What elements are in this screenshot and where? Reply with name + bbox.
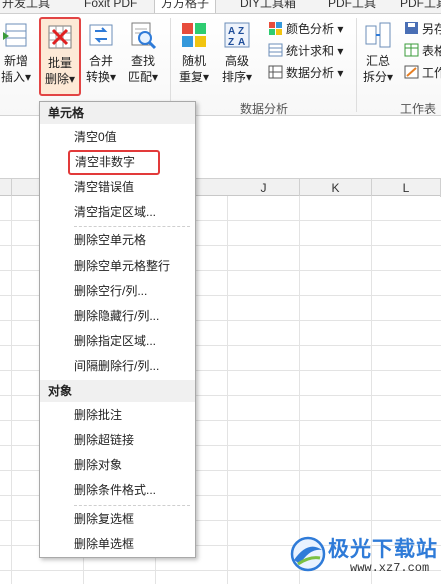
column-header-j[interactable]: J — [228, 179, 300, 197]
sum-statistics-menu[interactable]: 统计求和 ▾ — [268, 42, 343, 60]
menu-item-clear-errors[interactable]: 清空错误值 — [40, 175, 195, 200]
batch-delete-label-2: 删除 — [44, 72, 69, 86]
table-icon — [404, 43, 419, 57]
random-repeat-button[interactable]: 随机 重复▾ — [175, 20, 213, 85]
save-icon — [405, 22, 418, 34]
watermark: 极光下载站 www.xz7.com — [288, 530, 438, 580]
tab-foxit-pdf[interactable]: Foxit PDF — [84, 0, 137, 13]
summary-icon — [365, 22, 391, 48]
sum-statistics-label: 统计求和 — [286, 44, 335, 58]
svg-text:Z: Z — [238, 26, 244, 37]
sum-icon — [268, 43, 283, 57]
insert-button[interactable]: 新增 插入▾ — [0, 20, 32, 85]
svg-text:Z: Z — [228, 37, 234, 48]
random-label-1: 随机 — [181, 54, 206, 68]
tab-diy-toolbox[interactable]: DIY工具箱 — [240, 0, 296, 13]
batch-delete-button[interactable]: 批量 删除▾ — [39, 17, 81, 96]
find-label-1: 查找 — [130, 54, 155, 68]
select-all-corner[interactable] — [0, 179, 12, 197]
sort-label-2: 排序 — [221, 70, 246, 84]
palette-icon — [269, 22, 282, 35]
insert-arrow: ▾ — [24, 70, 32, 84]
group-label-worksheet: 工作表 — [400, 102, 437, 116]
menu-item-interval-delete[interactable]: 间隔删除行/列... — [40, 354, 195, 379]
menu-item-delete-empty-cells[interactable]: 删除空单元格 — [40, 228, 195, 253]
group-label-data-analysis: 数据分析 — [240, 102, 289, 116]
aurora-logo-icon — [290, 536, 326, 572]
worksheet-label: 工作 — [422, 66, 441, 80]
find-arrow: ▾ — [151, 70, 159, 84]
menu-item-delete-conditional-format[interactable]: 删除条件格式... — [40, 478, 195, 503]
menu-item-delete-range[interactable]: 删除指定区域... — [40, 329, 195, 354]
tab-pdf-tools[interactable]: PDF工具 — [328, 0, 376, 13]
menu-divider — [74, 226, 190, 227]
menu-item-delete-empty-rows-cols[interactable]: 删除空行/列... — [40, 279, 195, 304]
advanced-sort-button[interactable]: A Z Z A 高级 排序▾ — [217, 20, 257, 85]
sort-az-icon: A Z Z A — [224, 22, 250, 48]
color-blocks-icon — [182, 23, 206, 47]
menu-item-clear-zero[interactable]: 清空0值 — [40, 125, 195, 150]
menu-item-delete-objects[interactable]: 删除对象 — [40, 453, 195, 478]
menu-item-clear-non-numeric[interactable]: 清空非数字 — [68, 150, 160, 175]
color-analysis-menu[interactable]: 颜色分析 ▾ — [268, 20, 343, 38]
tab-pdf-tools-2[interactable]: PDF工具 — [400, 0, 441, 13]
merge-label-1: 合并 — [88, 54, 113, 68]
random-arrow: ▾ — [202, 70, 210, 84]
menu-item-delete-radio-buttons[interactable]: 删除单选框 — [40, 532, 195, 557]
batch-delete-icon — [48, 25, 72, 49]
ribbon-tab-strip: 开发工具 Foxit PDF 方方格子 DIY工具箱 PDF工具 PDF工具 — [0, 0, 441, 14]
menu-item-delete-hyperlinks[interactable]: 删除超链接 — [40, 428, 195, 453]
watermark-url: www.xz7.com — [350, 561, 430, 575]
sort-arrow: ▾ — [245, 70, 253, 84]
insert-label-2: 插入 — [0, 70, 25, 84]
worksheet-menu[interactable]: 工作 — [404, 64, 441, 82]
data-analysis-menu[interactable]: 数据分析 ▾ — [268, 64, 343, 82]
menu-item-delete-comments[interactable]: 删除批注 — [40, 403, 195, 428]
tab-fangfang-gezi[interactable]: 方方格子 — [154, 0, 217, 13]
insert-icon — [3, 23, 27, 47]
menu-section-object: 对象 — [40, 380, 195, 402]
save-as-menu[interactable]: 另存 — [404, 20, 441, 38]
ribbon-separator — [170, 18, 171, 112]
data-analysis-label: 数据分析 — [286, 66, 335, 80]
magnifier-icon — [131, 22, 157, 50]
summary-label-1: 汇总 — [365, 54, 390, 68]
batch-delete-label-1: 批量 — [47, 56, 72, 70]
batch-delete-dropdown: 单元格 清空0值 清空非数字 清空错误值 清空指定区域... 删除空单元格 删除… — [39, 101, 196, 558]
menu-item-delete-checkboxes[interactable]: 删除复选框 — [40, 507, 195, 532]
ribbon-separator-2 — [356, 18, 357, 112]
watermark-name: 极光下载站 — [328, 538, 438, 561]
menu-item-delete-hidden-rows-cols[interactable]: 删除隐藏行/列... — [40, 304, 195, 329]
column-header-l[interactable]: L — [372, 179, 441, 197]
menu-item-delete-empty-cell-rows[interactable]: 删除空单元格整行 — [40, 254, 195, 279]
merge-label-2: 转换 — [85, 70, 110, 84]
merge-convert-button[interactable]: 合并 转换▾ — [84, 20, 118, 85]
worksheet-icon — [404, 65, 419, 79]
save-as-label: 另存 — [422, 22, 441, 36]
svg-text:A: A — [238, 37, 245, 48]
summary-arrow: ▾ — [386, 70, 394, 84]
summary-split-button[interactable]: 汇总 拆分▾ — [359, 20, 397, 85]
table-label: 表格 — [422, 44, 441, 58]
column-header-k[interactable]: K — [300, 179, 372, 197]
grid-analysis-icon — [268, 65, 283, 79]
merge-arrow: ▾ — [109, 70, 117, 84]
summary-label-2: 拆分 — [362, 70, 387, 84]
merge-convert-icon — [89, 24, 113, 46]
menu-section-cell: 单元格 — [40, 102, 195, 124]
table-menu[interactable]: 表格 — [404, 42, 441, 60]
batch-delete-arrow: ▾ — [68, 72, 76, 86]
insert-label-1: 新增 — [3, 54, 28, 68]
sort-label-1: 高级 — [224, 54, 249, 68]
find-match-button[interactable]: 查找 匹配▾ — [124, 20, 162, 85]
color-analysis-label: 颜色分析 — [286, 22, 335, 36]
menu-item-clear-range[interactable]: 清空指定区域... — [40, 200, 195, 225]
menu-divider-2 — [74, 505, 190, 506]
tab-developer-tools[interactable]: 开发工具 — [2, 0, 50, 13]
svg-text:A: A — [228, 26, 235, 37]
find-label-2: 匹配 — [127, 70, 152, 84]
random-label-2: 重复 — [178, 70, 203, 84]
